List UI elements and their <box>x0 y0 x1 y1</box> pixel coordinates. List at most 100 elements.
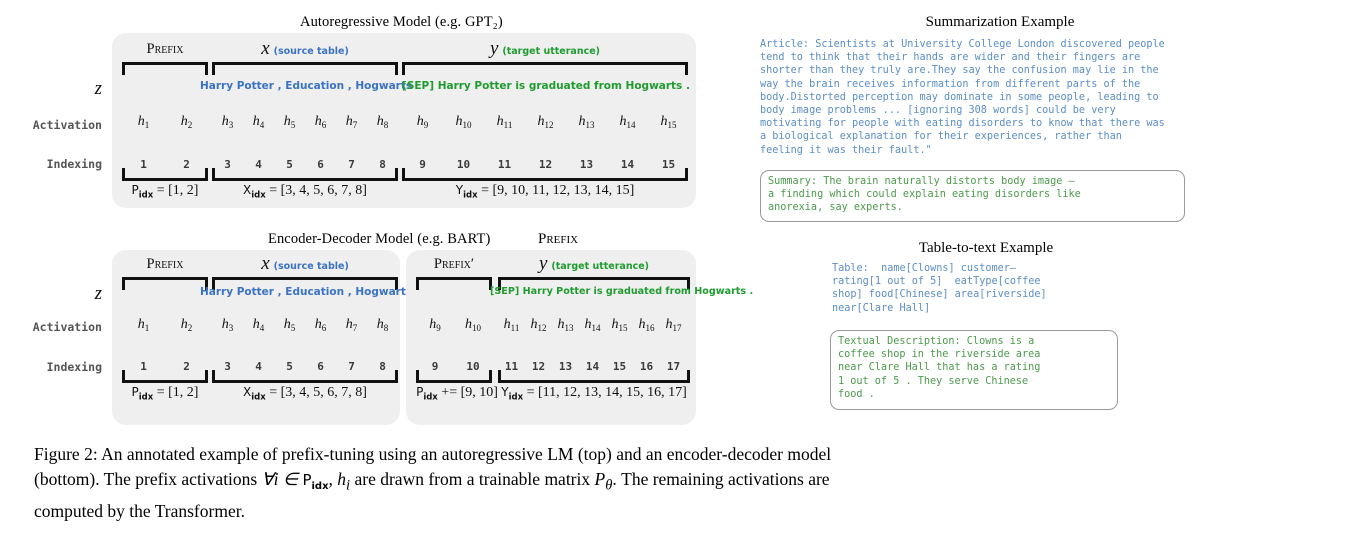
caption-pidx: Pidx <box>302 471 329 492</box>
activation-h: h10 <box>465 317 481 333</box>
dec-seg2-header: y <box>538 253 548 274</box>
activation-h: h1 <box>137 317 150 333</box>
autoregressive-model-title: Autoregressive Model (e.g. GPT₂) <box>300 14 503 30</box>
top-seg3-bottom-bracket <box>402 168 688 181</box>
caption-hi: , hi <box>328 469 351 494</box>
activation-h: h9 <box>416 114 429 130</box>
activation-h: h16 <box>638 317 655 333</box>
activation-h: h2 <box>180 317 193 333</box>
activation-h: h6 <box>314 317 327 333</box>
activation-h: h4 <box>252 114 265 130</box>
dec-seg1-bottom-bracket <box>416 370 492 383</box>
indexing-label-bottom: Indexing <box>46 360 102 374</box>
activation-h: h13 <box>578 114 595 130</box>
enc-seg2-tokens: Harry Potter , Education , Hogwarts <box>200 286 413 298</box>
enc-seg1-activations: h1 h2 <box>122 315 208 333</box>
z-label-bottom: z <box>94 283 102 304</box>
dec-seg1-bracket <box>416 277 492 290</box>
enc-seg2-subtitle: (source table) <box>273 261 349 272</box>
top-seg2-formula: Xidx = [3, 4, 5, 6, 7, 8] <box>243 183 367 201</box>
top-seg3-bracket <box>402 62 688 75</box>
activation-h: h11 <box>503 317 520 333</box>
table-to-text-description-box: Textual Description: Clowns is a coffee … <box>830 330 1118 410</box>
top-seg3-activations: h9 h10 h11 h12 h13 h14 h15 <box>402 112 688 130</box>
top-seg3-formula: Yidx = [9, 10, 11, 12, 13, 14, 15] <box>455 183 635 201</box>
enc-seg2-bottom-bracket <box>212 370 398 383</box>
activation-h: h14 <box>619 114 636 130</box>
caption-line-1: Figure 2: An annotated example of prefix… <box>34 444 832 464</box>
caption-line-3: computed by the Transformer. <box>34 501 245 521</box>
activation-h: h12 <box>537 114 554 130</box>
enc-seg1-header: Prefix <box>146 256 184 272</box>
indexing-label-top: Indexing <box>46 157 102 171</box>
activation-h: h3 <box>221 317 234 333</box>
top-seg3-subtitle: (target utterance) <box>502 46 601 57</box>
activation-h: h7 <box>345 114 358 130</box>
enc-seg1-bottom-bracket <box>122 370 208 383</box>
activation-h: h2 <box>180 114 193 130</box>
caption-forall: ∀i ∈ <box>261 469 303 489</box>
top-seg2-tokens: Harry Potter , Education , Hogwarts <box>200 80 413 92</box>
table-to-text-description: Textual Description: Clowns is a coffee … <box>838 336 1041 400</box>
top-seg1-activations: h1 h2 <box>122 112 208 130</box>
activation-h: h7 <box>345 317 358 333</box>
dec-seg2-activations: h11 h12 h13 h14 h15 h16 h17 <box>498 315 690 333</box>
top-seg3-header-group: y (target utterance) <box>402 38 688 60</box>
activation-h: h5 <box>283 317 296 333</box>
dec-seg1-header: Prefix′ <box>433 256 475 272</box>
enc-seg1-formula: Pidx = [1, 2] <box>131 385 199 403</box>
dec-seg2-formula: Yidx = [11, 12, 13, 14, 15, 16, 17] <box>501 385 687 403</box>
top-seg2-header-group: x (source table) <box>212 38 398 60</box>
activation-h: h10 <box>455 114 472 130</box>
dec-seg1-activations: h9 h10 <box>416 315 492 333</box>
activation-h: h3 <box>221 114 234 130</box>
summarization-summary-text: Summary: The brain naturally distorts bo… <box>768 176 1081 214</box>
summarization-example-title: Summarization Example <box>925 14 1075 30</box>
caption-line-2d: . The remaining activations are <box>612 469 830 489</box>
activation-h: h13 <box>557 317 574 333</box>
enc-seg2-header: x <box>261 253 270 274</box>
dec-seg1-formula: Pidx += [9, 10] <box>416 385 498 403</box>
enc-seg2-formula: Xidx = [3, 4, 5, 6, 7, 8] <box>243 385 367 403</box>
top-seg1-header: Prefix <box>146 41 184 57</box>
top-seg1-bottom-bracket <box>122 168 208 181</box>
caption-line-2c: are drawn from a trainable matrix <box>350 469 595 489</box>
table-to-text-table-text: Table: name[Clowns] customer— rating[1 o… <box>832 263 1047 314</box>
activation-h: h17 <box>665 317 682 333</box>
activation-h: h9 <box>429 317 441 333</box>
dec-seg2-tokens: [SEP] Harry Potter is graduated from Hog… <box>490 286 754 297</box>
activation-h: h11 <box>496 114 513 130</box>
decoder-outside-prefix-title: Prefix <box>538 231 579 247</box>
caption-line-2a: (bottom). The prefix activations <box>34 469 262 489</box>
activation-label-top: Activation <box>32 118 102 132</box>
z-label-top: z <box>94 78 102 99</box>
summarization-summary-box: Summary: The brain naturally distorts bo… <box>760 170 1185 222</box>
activation-h: h15 <box>611 317 628 333</box>
table-to-text-example-title: Table-to-text Example <box>918 240 1054 256</box>
activation-h: h8 <box>376 114 389 130</box>
activation-h: h6 <box>314 114 327 130</box>
top-seg3-tokens: [SEP] Harry Potter is graduated from Hog… <box>402 80 690 92</box>
activation-h: h14 <box>584 317 601 333</box>
top-seg1-formula: Pidx = [1, 2] <box>131 183 199 201</box>
top-seg1-bracket <box>122 62 208 75</box>
activation-h: h8 <box>376 317 389 333</box>
dec-seg2-header-group: y (target utterance) <box>498 253 690 275</box>
encoder-decoder-model-title: Encoder-Decoder Model (e.g. BART) <box>268 231 491 247</box>
top-seg3-header: y <box>489 38 499 59</box>
caption-ptheta: Pθ <box>594 469 613 494</box>
activation-h: h12 <box>530 317 547 333</box>
activation-h: h4 <box>252 317 265 333</box>
top-seg2-bracket <box>212 62 398 75</box>
top-seg2-header: x <box>261 38 270 59</box>
activation-h: h15 <box>660 114 677 130</box>
top-seg2-subtitle: (source table) <box>273 46 349 57</box>
enc-seg2-activations: h3 h4 h5 h6 h7 h8 <box>212 315 398 333</box>
enc-seg1-bracket <box>122 277 208 290</box>
top-seg2-activations: h3 h4 h5 h6 h7 h8 <box>212 112 398 130</box>
enc-seg2-header-group: x (source table) <box>212 253 398 275</box>
activation-label-bottom: Activation <box>32 320 102 334</box>
activation-h: h5 <box>283 114 296 130</box>
top-seg2-bottom-bracket <box>212 168 398 181</box>
dec-seg2-subtitle: (target utterance) <box>551 261 650 272</box>
